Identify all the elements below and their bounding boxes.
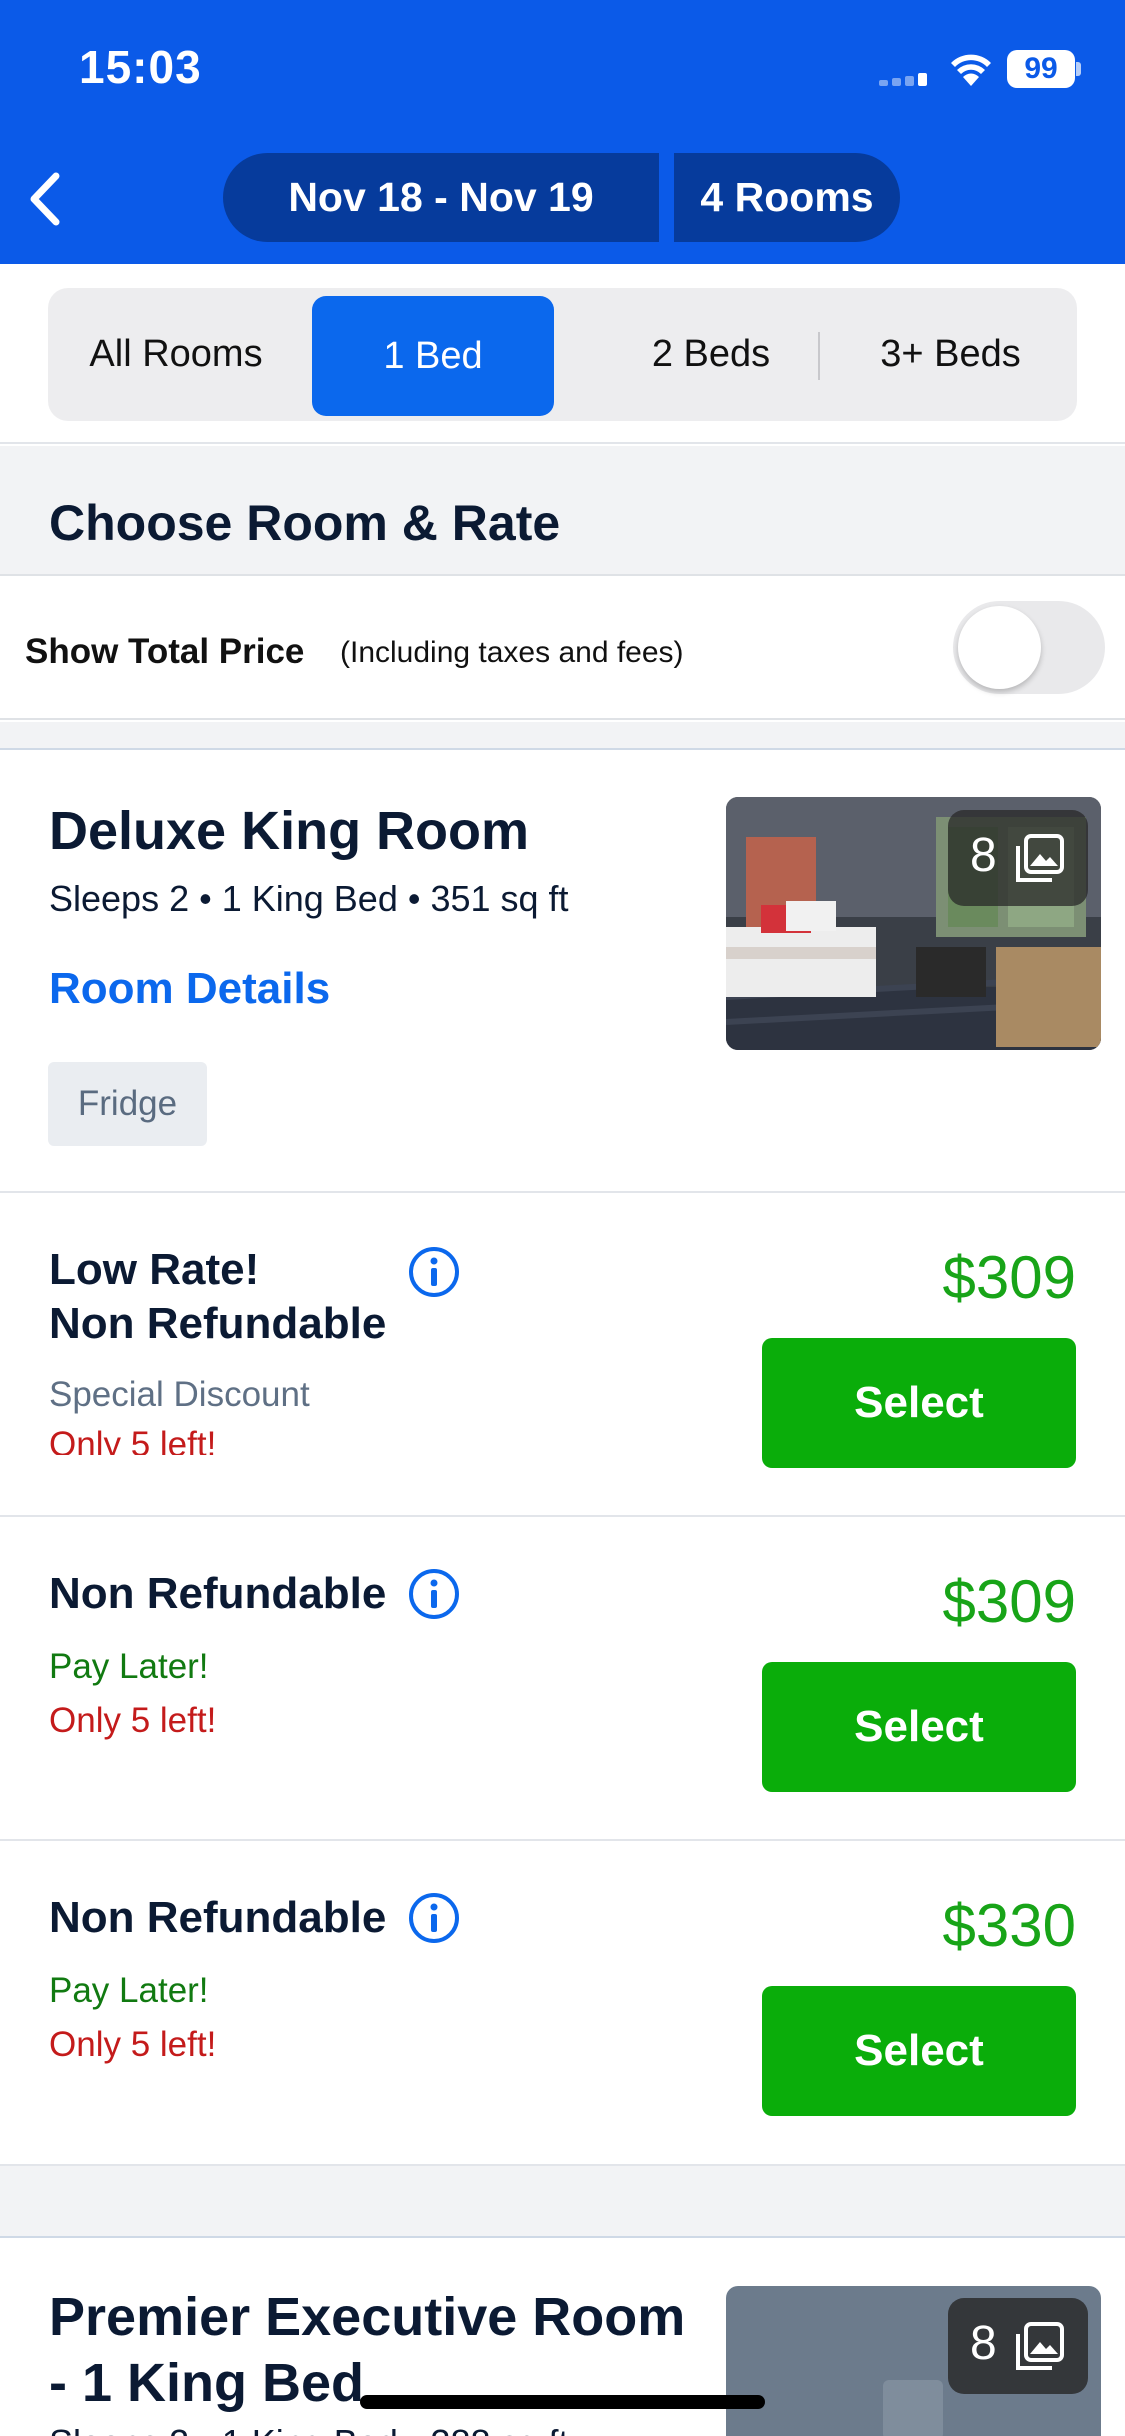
room-count-button[interactable]: 4 Rooms <box>674 153 900 242</box>
select-rate-button[interactable]: Select <box>762 1662 1076 1792</box>
photo-gallery-icon <box>1016 834 1064 882</box>
total-price-label: Show Total Price <box>25 632 305 671</box>
rate-option: Non Refundable Pay Later! Only 5 left! $… <box>0 1843 1125 2166</box>
filter-3-plus-beds[interactable]: 3+ Beds <box>824 288 1077 421</box>
rate-title-line-2: Non Refundable <box>49 1299 387 1348</box>
select-rate-button[interactable]: Select <box>762 1986 1076 2116</box>
rate-title: Low Rate! <box>49 1245 260 1294</box>
bed-filter-bar: All Rooms 1 Bed 2 Beds 3+ Beds <box>0 264 1125 444</box>
nav-header: 15:03 99 Nov 18 - Nov 19 4 Rooms <box>0 0 1125 264</box>
rate-pay-later: Pay Later! <box>49 1647 209 1686</box>
rate-price: $309 <box>942 1568 1076 1635</box>
filter-2-beds[interactable]: 2 Beds <box>562 288 860 421</box>
room-meta: Sleeps 2 • 1 King Bed • 351 sq ft <box>49 878 569 919</box>
total-price-sublabel: (Including taxes and fees) <box>340 636 684 669</box>
rate-pay-later: Pay Later! <box>49 1971 209 2010</box>
rate-discount: Special Discount <box>49 1375 310 1414</box>
select-rate-button[interactable]: Select <box>762 1338 1076 1468</box>
battery-icon: 99 <box>1007 50 1081 88</box>
wifi-icon <box>951 54 991 86</box>
image-placeholder-icon <box>883 2380 943 2436</box>
room-details-link[interactable]: Room Details <box>49 964 330 1014</box>
section-title: Choose Room & Rate <box>49 495 561 551</box>
rate-option: Non Refundable Pay Later! Only 5 left! $… <box>0 1519 1125 1841</box>
filter-1-bed[interactable]: 1 Bed <box>312 296 554 416</box>
photo-count: 8 <box>970 2317 997 2370</box>
rate-price: $330 <box>942 1892 1076 1959</box>
rate-title: Non Refundable <box>49 1893 387 1942</box>
room-name: Deluxe King Room <box>49 801 530 861</box>
amenity-tag: Fridge <box>48 1062 207 1146</box>
room-meta: Sleeps 2 • 1 King Bed • 388 sq ft <box>49 2422 569 2436</box>
total-price-toggle[interactable] <box>953 601 1105 694</box>
photo-gallery-button[interactable]: 8 <box>948 2298 1088 2394</box>
back-chevron-icon[interactable] <box>18 164 78 234</box>
filter-all-rooms[interactable]: All Rooms <box>48 288 304 421</box>
segment-divider <box>818 332 820 380</box>
spacer <box>0 722 1125 750</box>
info-icon[interactable] <box>407 1567 461 1621</box>
photo-count: 8 <box>970 829 997 882</box>
status-time: 15:03 <box>79 41 202 93</box>
photo-gallery-icon <box>1016 2322 1064 2370</box>
cellular-signal-icon <box>879 72 933 86</box>
battery-level: 99 <box>1007 50 1075 88</box>
rate-option: Low Rate! Non Refundable Special Discoun… <box>0 1195 1125 1517</box>
rate-price: $309 <box>942 1244 1076 1311</box>
rate-availability: Only 5 left! <box>49 2025 217 2064</box>
info-icon[interactable] <box>407 1891 461 1945</box>
toggle-knob <box>958 606 1041 689</box>
rate-availability-clip: Only 5 left! <box>0 1422 700 1455</box>
date-range-button[interactable]: Nov 18 - Nov 19 <box>223 153 659 242</box>
spacer <box>0 2166 1125 2238</box>
rate-title: Non Refundable <box>49 1569 387 1618</box>
photo-gallery-button[interactable]: 8 <box>948 810 1088 906</box>
home-indicator <box>360 2395 765 2409</box>
rate-availability: Only 5 left! <box>49 1701 217 1740</box>
bed-segmented-control: All Rooms 1 Bed 2 Beds 3+ Beds <box>48 288 1077 421</box>
rate-availability: Only 5 left! <box>49 1425 217 1455</box>
info-icon[interactable] <box>407 1245 461 1299</box>
